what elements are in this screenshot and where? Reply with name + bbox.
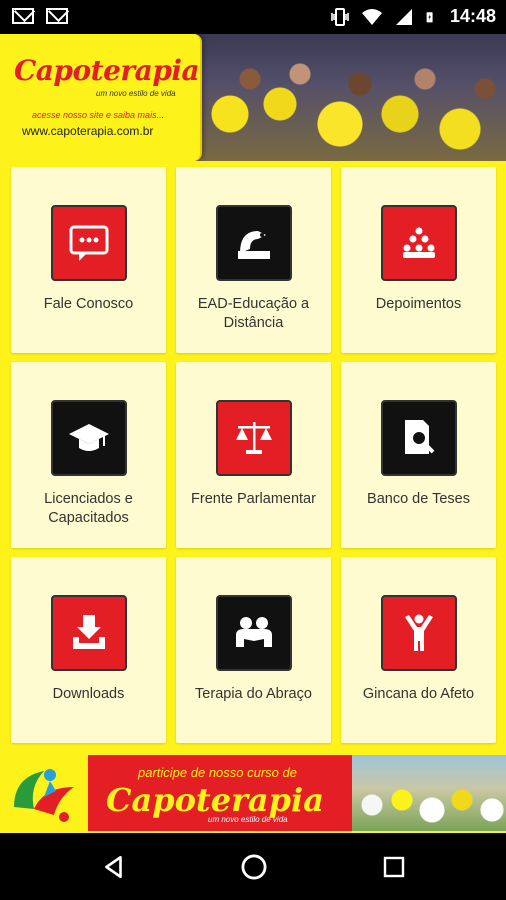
- group-icon: [381, 205, 457, 281]
- navigation-bar: [0, 833, 506, 900]
- menu-item-label: Downloads: [52, 686, 125, 702]
- menu-item-depoimentos[interactable]: Depoimentos: [341, 167, 496, 353]
- menu-item-ead[interactable]: EAD-Educação a Distância: [176, 167, 331, 353]
- crowd-photo: [190, 34, 506, 161]
- person-cheer-icon: [381, 595, 457, 671]
- back-icon: [105, 855, 122, 879]
- home-icon: [241, 854, 267, 880]
- home-button[interactable]: [236, 849, 272, 885]
- graduation-cap-icon: [51, 400, 127, 476]
- menu-item-label: Banco de Teses: [367, 491, 470, 507]
- recents-button[interactable]: [376, 849, 412, 885]
- wifi-icon: [361, 8, 382, 25]
- promo-text: participe de nosso curso de: [138, 765, 297, 780]
- header-subtitle: acesse nosso site e saiba mais...: [32, 110, 165, 120]
- menu-item-gincana-do-afeto[interactable]: Gincana do Afeto: [341, 557, 496, 743]
- recents-icon: [383, 856, 405, 878]
- promo-logo: Capoterapia: [106, 781, 324, 819]
- document-search-icon: [381, 400, 457, 476]
- menu-item-label: EAD-Educação a Distância: [197, 296, 310, 331]
- menu-item-terapia-do-abraco[interactable]: Terapia do Abraço: [176, 557, 331, 743]
- menu-item-label: Fale Conosco: [43, 296, 134, 312]
- course-banner[interactable]: participe de nosso curso de Capoterapia …: [0, 751, 506, 833]
- status-bar: 14:48: [0, 0, 506, 34]
- menu-item-label: Depoimentos: [375, 296, 462, 312]
- menu-item-frente-parlamentar[interactable]: Frente Parlamentar: [176, 362, 331, 548]
- course-promo: participe de nosso curso de Capoterapia …: [88, 755, 352, 831]
- menu-item-licenciados[interactable]: Licenciados e Capacitados: [11, 362, 166, 548]
- menu-item-label: Licenciados e Capacitados: [44, 491, 133, 526]
- promo-tagline: um novo estilo de vida: [208, 815, 288, 824]
- vibrate-icon: [331, 7, 349, 26]
- clock: 14:48: [449, 6, 496, 26]
- website-url: www.capoterapia.com.br: [22, 124, 154, 138]
- logo-card: Capoterapia um novo estilo de vida acess…: [0, 34, 202, 161]
- menu-grid: Fale Conosco EAD-Educação a Distância De…: [0, 161, 506, 751]
- menu-item-label: Terapia do Abraço: [195, 686, 312, 702]
- signal-icon: [395, 8, 412, 25]
- menu-item-downloads[interactable]: Downloads: [11, 557, 166, 743]
- menu-item-fale-conosco[interactable]: Fale Conosco: [11, 167, 166, 353]
- chat-icon: [51, 205, 127, 281]
- download-icon: [51, 595, 127, 671]
- menu-item-label: Gincana do Afeto: [362, 686, 475, 702]
- scales-icon: [216, 400, 292, 476]
- capoterapia-emblem-icon: [14, 769, 74, 822]
- hug-icon: [216, 595, 292, 671]
- group-photo: [352, 755, 506, 831]
- gmail-icon: [12, 8, 34, 24]
- education-icon: [216, 205, 292, 281]
- logo-tagline: um novo estilo de vida: [96, 89, 176, 98]
- gmail-icon: [46, 8, 68, 24]
- logo: Capoterapia: [14, 54, 200, 87]
- menu-item-banco-de-teses[interactable]: Banco de Teses: [341, 362, 496, 548]
- back-button[interactable]: [96, 849, 132, 885]
- menu-item-label: Frente Parlamentar: [191, 491, 316, 507]
- battery-charging-icon: [426, 11, 433, 22]
- header-banner[interactable]: Capoterapia um novo estilo de vida acess…: [0, 34, 506, 161]
